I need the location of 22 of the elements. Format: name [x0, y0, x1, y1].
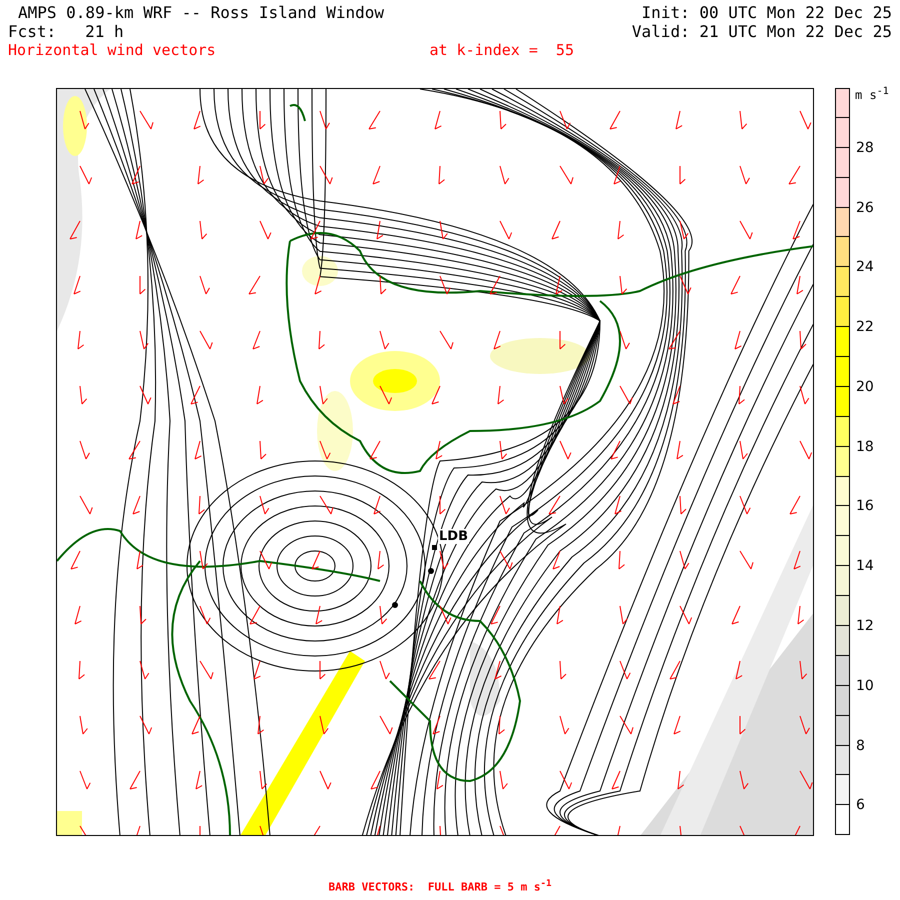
tick-label: 6: [855, 797, 866, 814]
tick-label: 28: [855, 140, 875, 156]
level-label: at k-index = 55: [430, 41, 574, 60]
valid-time: Valid: 21 UTC Mon 22 Dec 25: [632, 22, 892, 41]
barb-legend: BARB VECTORS: FULL BARB = 5 m s$^{-1}$: [328, 878, 552, 894]
tick-label: 20: [855, 378, 875, 395]
unit-label: m s$^{-1}$: [855, 86, 889, 102]
tick-label: 10: [855, 678, 875, 694]
init-time: Init: 00 UTC Mon 22 Dec 25: [642, 3, 892, 22]
tick-label: 14: [855, 558, 875, 574]
tick-label: 18: [855, 438, 875, 455]
field-name: Horizontal wind vectors: [8, 41, 216, 60]
tick-label: 8: [855, 738, 866, 754]
forecast-hour: Fcst: 21 h: [8, 22, 124, 41]
tick-label: 24: [855, 259, 875, 276]
tick-label: 26: [855, 200, 875, 216]
station-markers-drawing: [392, 545, 437, 608]
tick-label: 16: [855, 498, 875, 514]
tick-label: 12: [855, 618, 875, 634]
tick-label: 22: [855, 319, 875, 336]
plot-title: AMPS 0.89-km WRF -- Ross Island Window: [17, 3, 384, 22]
station-label: LDB: [438, 529, 469, 544]
